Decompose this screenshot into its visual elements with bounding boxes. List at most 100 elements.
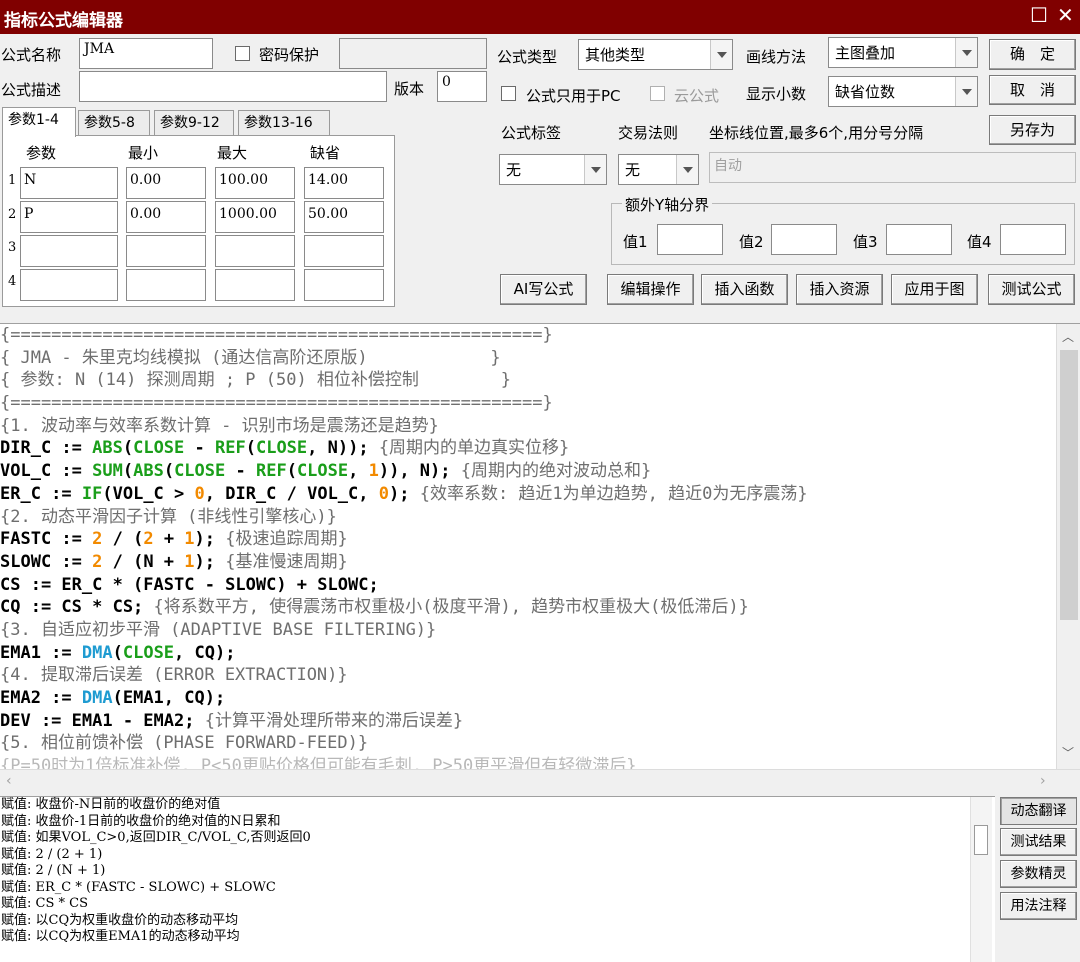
code-line: {2. 动态平滑因子计算 (非线性引擎核心)} (0, 506, 337, 527)
param2-min-input[interactable]: 0.00 (126, 201, 206, 233)
value2-input[interactable] (771, 224, 837, 255)
formula-type-label: 公式类型 (497, 48, 558, 66)
apply-to-chart-button[interactable]: 应用于图 (891, 274, 978, 305)
formula-tag-label: 公式标签 (501, 124, 562, 142)
value4-label: 值4 (967, 233, 992, 251)
formula-type-value: 其他类型 (585, 46, 646, 64)
param2-default-input[interactable]: 50.00 (304, 201, 384, 233)
translation-output[interactable]: 赋值: 收盘价-N日前的收盘价的绝对值 赋值: 收盘价-1日前的收盘价的绝对值的… (0, 796, 995, 962)
password-protect-checkbox[interactable] (235, 46, 250, 61)
chevron-down-icon[interactable] (676, 155, 698, 184)
draw-method-label: 画线方法 (746, 48, 807, 66)
param-wizard-button[interactable]: 参数精灵 (1000, 860, 1077, 888)
row-number: 2 (8, 207, 17, 222)
draw-method-select[interactable]: 主图叠加 (828, 37, 978, 68)
code-line: {3. 自适应初步平滑 (ADAPTIVE BASE FILTERING)} (0, 619, 437, 640)
param-max-header: 最大 (217, 144, 248, 162)
code-line: CQ := CS * CS; {将系数平方, 使得震荡市权重极小(极度平滑), … (0, 597, 749, 618)
ai-write-button[interactable]: AI写公式 (500, 274, 587, 305)
output-line: 赋值: 如果VOL_C>0,返回DIR_C/VOL_C,否则返回0 (1, 830, 311, 845)
param4-max-input[interactable] (215, 269, 295, 301)
extra-y-axis-group: 额外Y轴分界 值1 值2 值3 值4 (611, 194, 1075, 265)
code-line: {4. 提取滞后误差 (ERROR EXTRACTION)} (0, 665, 348, 686)
version-input[interactable]: 0 (437, 71, 487, 102)
password-protect-label: 密码保护 (259, 46, 320, 64)
param2-max-input[interactable]: 1000.00 (215, 201, 295, 233)
param3-default-input[interactable] (304, 235, 384, 267)
coord-line-input[interactable]: 自动 (709, 152, 1076, 183)
formula-name-input[interactable]: JMA (79, 38, 213, 69)
cloud-formula-label: 云公式 (674, 87, 720, 105)
usage-notes-button[interactable]: 用法注释 (1000, 892, 1077, 920)
scroll-left-icon[interactable]: ‹ (6, 773, 12, 789)
formula-desc-input[interactable] (79, 71, 387, 102)
value1-input[interactable] (657, 224, 723, 255)
param4-default-input[interactable] (304, 269, 384, 301)
cloud-formula-checkbox[interactable] (650, 86, 665, 101)
scroll-up-icon[interactable]: ︿ (1062, 328, 1074, 345)
code-text[interactable]: {=======================================… (0, 324, 1055, 769)
insert-resource-button[interactable]: 插入资源 (796, 274, 883, 305)
param2-name-input[interactable]: P (20, 201, 118, 233)
decimal-select[interactable]: 缺省位数 (828, 76, 978, 107)
chevron-down-icon[interactable] (584, 155, 606, 184)
dynamic-translate-button[interactable]: 动态翻译 (1000, 797, 1077, 825)
chevron-down-icon[interactable] (710, 40, 732, 69)
tab-params-1-4[interactable]: 参数1-4 (2, 107, 76, 137)
value1-label: 值1 (623, 233, 648, 251)
extra-y-axis-title: 额外Y轴分界 (622, 194, 713, 215)
formula-type-select[interactable]: 其他类型 (578, 39, 733, 70)
code-line: EMA2 := DMA(EMA1, CQ); (0, 688, 226, 708)
password-input[interactable] (339, 38, 487, 69)
output-line: 赋值: 以CQ为权重EMA1的动态移动平均 (1, 929, 240, 944)
scroll-thumb[interactable] (974, 825, 988, 855)
editor-horizontal-scrollbar[interactable]: ‹ › (0, 769, 1080, 793)
param4-name-input[interactable] (20, 269, 118, 301)
chevron-down-icon[interactable] (955, 77, 977, 106)
param3-max-input[interactable] (215, 235, 295, 267)
param1-default-input[interactable]: 14.00 (304, 167, 384, 199)
close-icon[interactable]: ✕ (1057, 4, 1074, 26)
scroll-right-icon[interactable]: › (1040, 773, 1046, 789)
pc-only-checkbox[interactable] (501, 86, 516, 101)
formula-tag-select[interactable]: 无 (499, 154, 607, 185)
param4-min-input[interactable] (126, 269, 206, 301)
chevron-down-icon[interactable] (955, 38, 977, 67)
value3-input[interactable] (886, 224, 952, 255)
params-panel: 参数 最小 最大 缺省 1 N 0.00 100.00 14.00 2 P 0.… (2, 135, 395, 307)
param1-name-input[interactable]: N (20, 167, 118, 199)
scroll-thumb[interactable] (1060, 350, 1078, 620)
trade-rule-label: 交易法则 (618, 124, 679, 142)
param-default-header: 缺省 (310, 144, 341, 162)
window-title: 指标公式编辑器 (4, 11, 123, 31)
param3-min-input[interactable] (126, 235, 206, 267)
save-as-button[interactable]: 另存为 (989, 115, 1076, 145)
formula-desc-label: 公式描述 (1, 81, 62, 99)
output-scrollbar[interactable] (970, 797, 992, 962)
maximize-icon[interactable]: ☐ (1030, 4, 1048, 26)
code-line: FASTC := 2 / (2 + 1); {极速追踪周期} (0, 529, 348, 550)
test-formula-button[interactable]: 测试公式 (988, 274, 1075, 305)
tab-params-9-12[interactable]: 参数9-12 (154, 110, 234, 136)
scroll-down-icon[interactable]: ﹀ (1062, 744, 1074, 761)
code-line: { 参数: N (14) 探测周期 ; P (50) 相位补偿控制 } (0, 370, 512, 391)
trade-rule-select[interactable]: 无 (618, 154, 699, 185)
title-bar: 指标公式编辑器 ☐ ✕ (0, 0, 1080, 34)
tab-params-13-16[interactable]: 参数13-16 (238, 110, 330, 136)
tab-params-5-8[interactable]: 参数5-8 (78, 110, 150, 136)
param3-name-input[interactable] (20, 235, 118, 267)
cancel-button[interactable]: 取 消 (989, 75, 1076, 105)
code-line: {1. 波动率与效率系数计算 - 识别市场是震荡还是趋势} (0, 415, 439, 436)
value4-input[interactable] (1000, 224, 1066, 255)
param1-min-input[interactable]: 0.00 (126, 167, 206, 199)
ok-button[interactable]: 确 定 (989, 39, 1076, 70)
code-line: ER_C := IF(VOL_C > 0, DIR_C / VOL_C, 0);… (0, 483, 808, 504)
code-editor[interactable]: {=======================================… (0, 323, 1080, 793)
test-results-button[interactable]: 测试结果 (1000, 828, 1077, 856)
edit-ops-button[interactable]: 编辑操作 (607, 274, 694, 305)
editor-vertical-scrollbar[interactable]: ︿ ﹀ (1056, 324, 1080, 769)
insert-function-button[interactable]: 插入函数 (701, 274, 788, 305)
code-line: {P=50时为1倍标准补偿, P<50更贴价格但可能有毛刺, P>50更平滑但有… (0, 756, 637, 769)
param1-max-input[interactable]: 100.00 (215, 167, 295, 199)
value2-label: 值2 (739, 233, 764, 251)
